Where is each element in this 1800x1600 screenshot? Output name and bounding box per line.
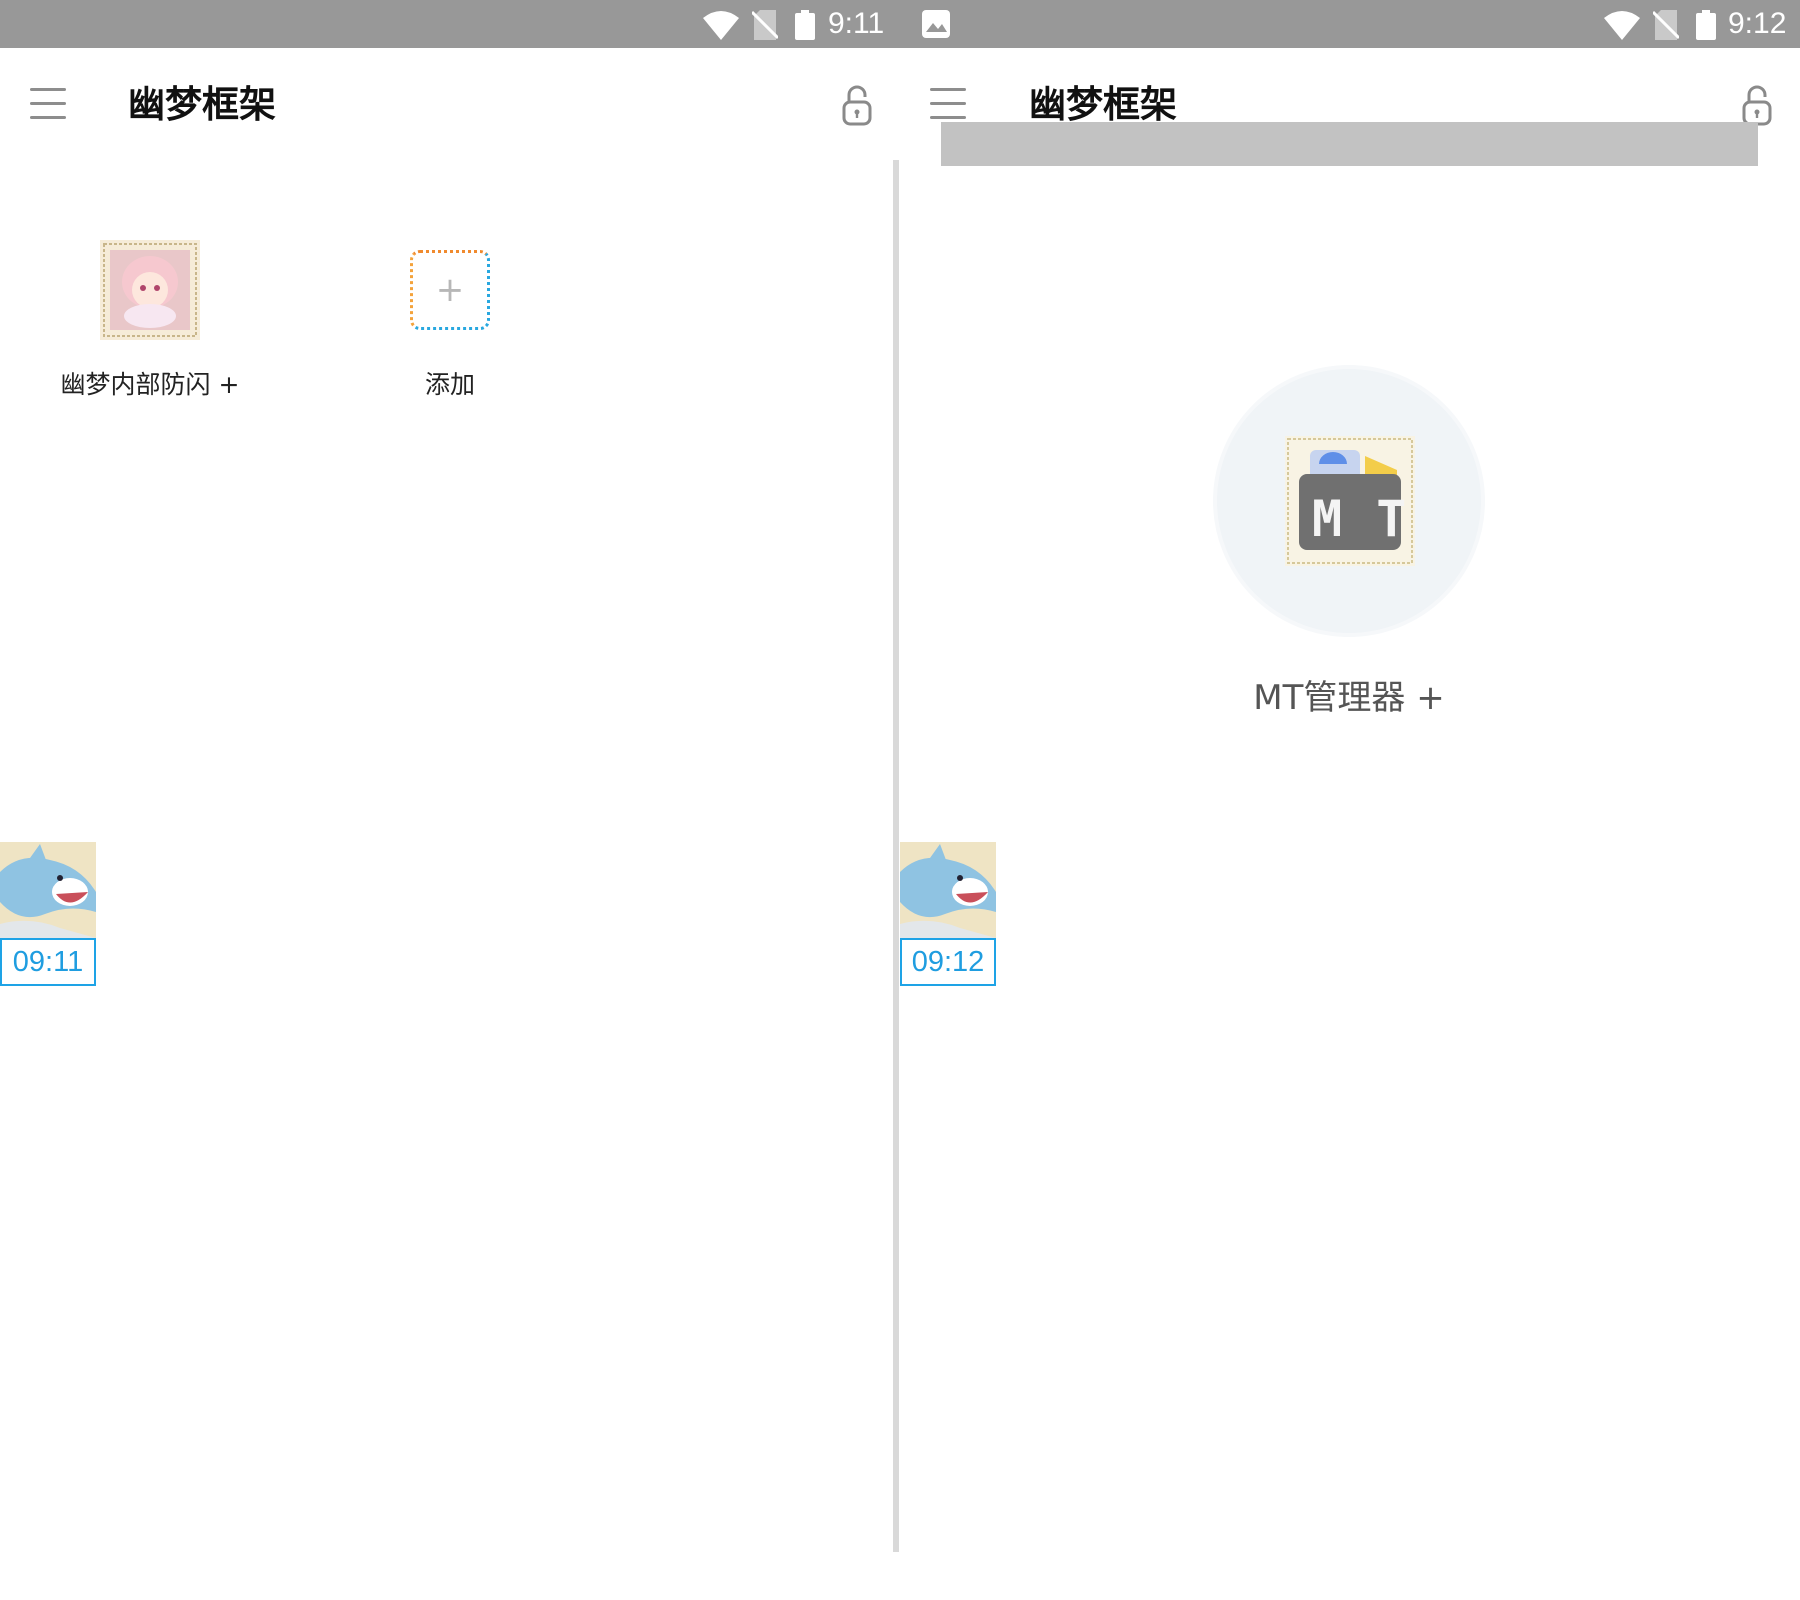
battery-icon — [1696, 10, 1716, 40]
float-time-badge[interactable]: 09:12 — [900, 938, 996, 986]
shark-thumbnail[interactable] — [0, 842, 96, 938]
wifi-icon — [1604, 11, 1640, 40]
no-sim-icon — [1653, 10, 1679, 40]
page-title: 幽梦框架 — [128, 83, 276, 126]
anime-girl-avatar — [100, 240, 200, 340]
image-notification-icon — [922, 10, 950, 38]
add-app-tile[interactable]: + — [410, 250, 490, 330]
no-sim-icon — [752, 10, 778, 40]
hamburger-menu-icon[interactable] — [30, 88, 66, 120]
battery-icon — [795, 10, 815, 40]
add-plus-icon: + — [410, 250, 490, 330]
panel-divider — [893, 160, 899, 1552]
unlock-icon[interactable] — [1742, 84, 1772, 126]
shark-thumbnail[interactable] — [900, 842, 996, 938]
float-time-badge[interactable]: 09:11 — [0, 938, 96, 986]
app-tile-youmeng[interactable] — [100, 240, 200, 340]
status-time-right: 9:12 — [1728, 7, 1787, 40]
wifi-icon — [703, 11, 739, 40]
status-time-left: 9:11 — [828, 7, 885, 40]
app-label-mt: MT管理器 + — [1253, 678, 1445, 718]
unlock-icon[interactable] — [842, 84, 872, 126]
overlay-bar — [941, 122, 1758, 166]
tile-label-add: 添加 — [424, 370, 475, 399]
mt-icon-text: M T — [1312, 490, 1409, 548]
status-bar — [0, 0, 1800, 48]
tile-label-youmeng: 幽梦内部防闪 + — [60, 370, 240, 399]
hamburger-menu-icon[interactable] — [930, 88, 966, 120]
